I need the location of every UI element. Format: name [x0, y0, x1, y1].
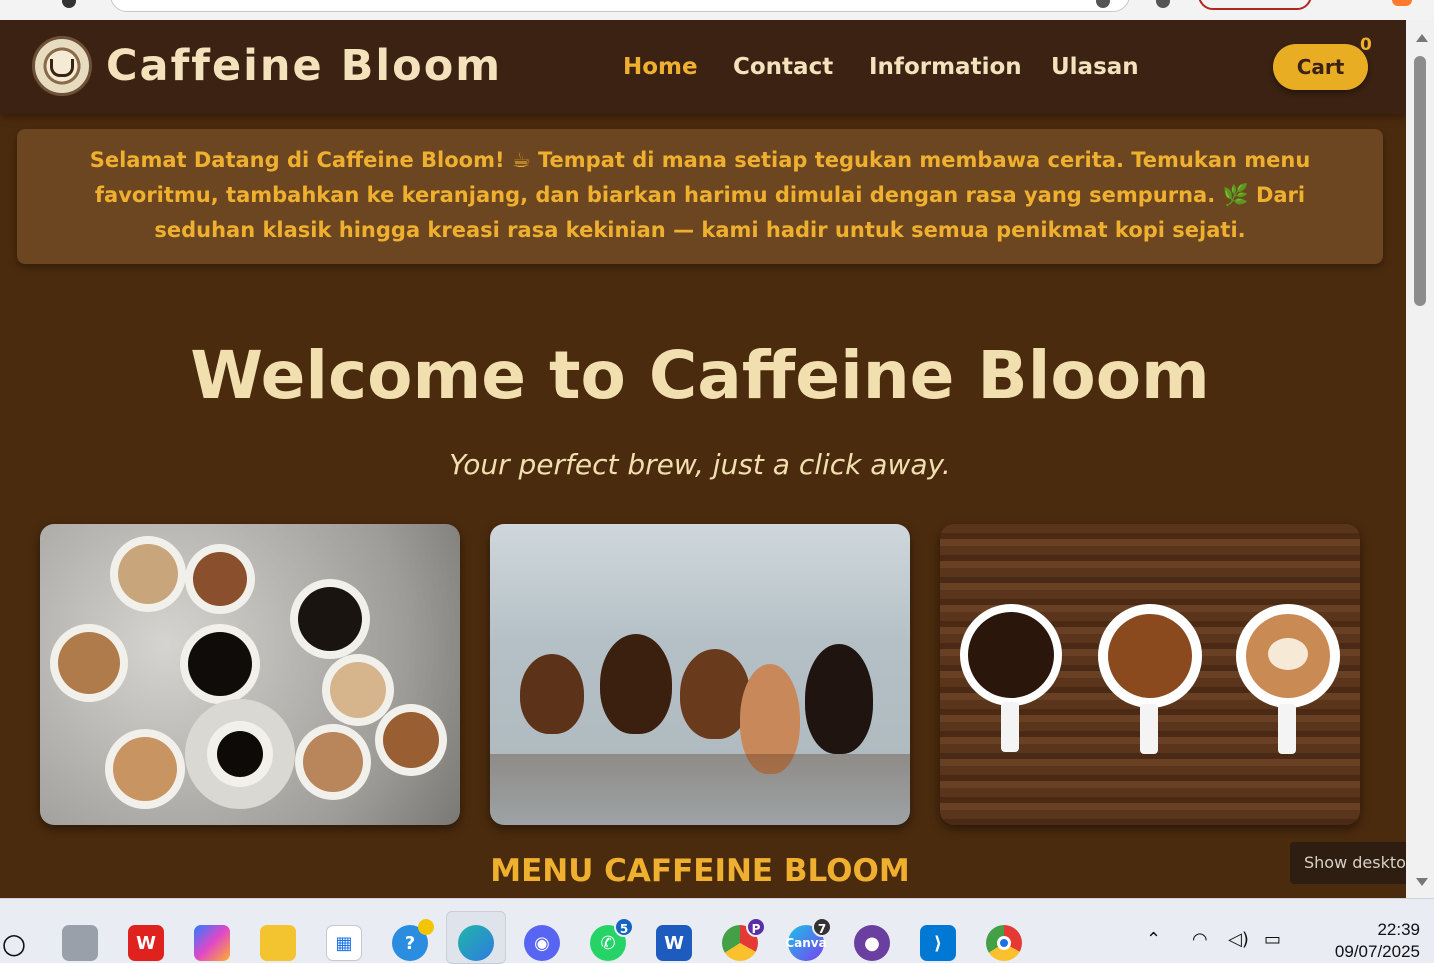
task-view-icon[interactable] [62, 925, 98, 961]
battery-icon[interactable]: ▭ [1264, 929, 1281, 950]
edge-browser-icon[interactable] [458, 925, 494, 961]
welcome-banner: Selamat Datang di Caffeine Bloom! ☕ Temp… [17, 129, 1383, 264]
vscode-icon[interactable]: ⟩ [920, 925, 956, 961]
address-bar[interactable] [110, 0, 1130, 12]
discord-icon[interactable]: ◉ [524, 925, 560, 961]
clock-date: 09/07/2025 [1334, 942, 1420, 961]
volume-icon[interactable]: ◁) [1228, 929, 1249, 950]
chrome-profile-badge: P [746, 917, 766, 937]
hero-subtitle: Your perfect brew, just a click away. [449, 448, 951, 481]
whatsapp-icon[interactable]: ✆ 5 [590, 917, 634, 961]
canva-badge: 7 [812, 917, 832, 937]
scroll-thumb[interactable] [1414, 56, 1426, 306]
whatsapp-badge: 5 [614, 917, 634, 937]
wps-office-icon[interactable]: W [128, 925, 164, 961]
scroll-up-arrow-icon[interactable] [1416, 34, 1428, 42]
page-scrollbar[interactable] [1406, 20, 1434, 898]
navbar: Caffeine Bloom Home Contact Information … [0, 20, 1406, 114]
chrome-profile-icon[interactable]: P [722, 917, 766, 961]
file-explorer-icon[interactable] [260, 925, 296, 961]
chrome-icon[interactable] [986, 925, 1022, 961]
coffee-spoons-photo [490, 524, 910, 825]
page-viewport: Caffeine Bloom Home Contact Information … [0, 20, 1406, 898]
get-help-icon[interactable]: ? [392, 919, 434, 961]
browser-button-edge[interactable] [62, 0, 76, 8]
taskbar-clock[interactable]: 22:39 09/07/2025 [1300, 919, 1420, 963]
search-icon[interactable]: ○ [0, 925, 32, 961]
nav-home[interactable]: Home [623, 53, 698, 81]
canva-icon[interactable]: Canva 7 [785, 917, 832, 961]
coffee-logo-icon[interactable] [32, 36, 92, 96]
browser-profile-pill[interactable] [1198, 0, 1312, 10]
nav-contact[interactable]: Contact [733, 53, 833, 81]
coffee-cups-photo [40, 524, 460, 825]
brand-name[interactable]: Caffeine Bloom [106, 40, 502, 92]
browser-toolbar [0, 0, 1434, 20]
word-icon[interactable]: W [656, 925, 692, 961]
hero-title: Welcome to Caffeine Bloom [190, 337, 1210, 414]
taskbar: ○ W ▦ ? ◉ ✆ 5 W P Canva 7 ● ⟩ ⌃ ◠ ◁) ▭ 2… [0, 898, 1434, 964]
wifi-icon[interactable]: ◠ [1192, 929, 1208, 950]
clock-time: 22:39 [1377, 920, 1420, 939]
chevron-up-icon[interactable]: ⌃ [1146, 929, 1161, 950]
menu-section-title: MENU CAFFEINE BLOOM [490, 853, 910, 889]
browser-action-icon[interactable] [1156, 0, 1170, 8]
scroll-down-arrow-icon[interactable] [1416, 878, 1428, 886]
browser-extension-icon[interactable] [1392, 0, 1412, 6]
cart-count-badge: 0 [1360, 35, 1372, 55]
nav-ulasan[interactable]: Ulasan [1051, 53, 1139, 81]
nav-information[interactable]: Information [869, 53, 1022, 81]
copilot-icon[interactable] [194, 925, 230, 961]
coffee-three-cups-photo [940, 524, 1360, 825]
cart-button[interactable]: Cart [1273, 44, 1368, 90]
microsoft-store-icon[interactable]: ▦ [326, 925, 362, 961]
github-icon[interactable]: ● [854, 925, 890, 961]
